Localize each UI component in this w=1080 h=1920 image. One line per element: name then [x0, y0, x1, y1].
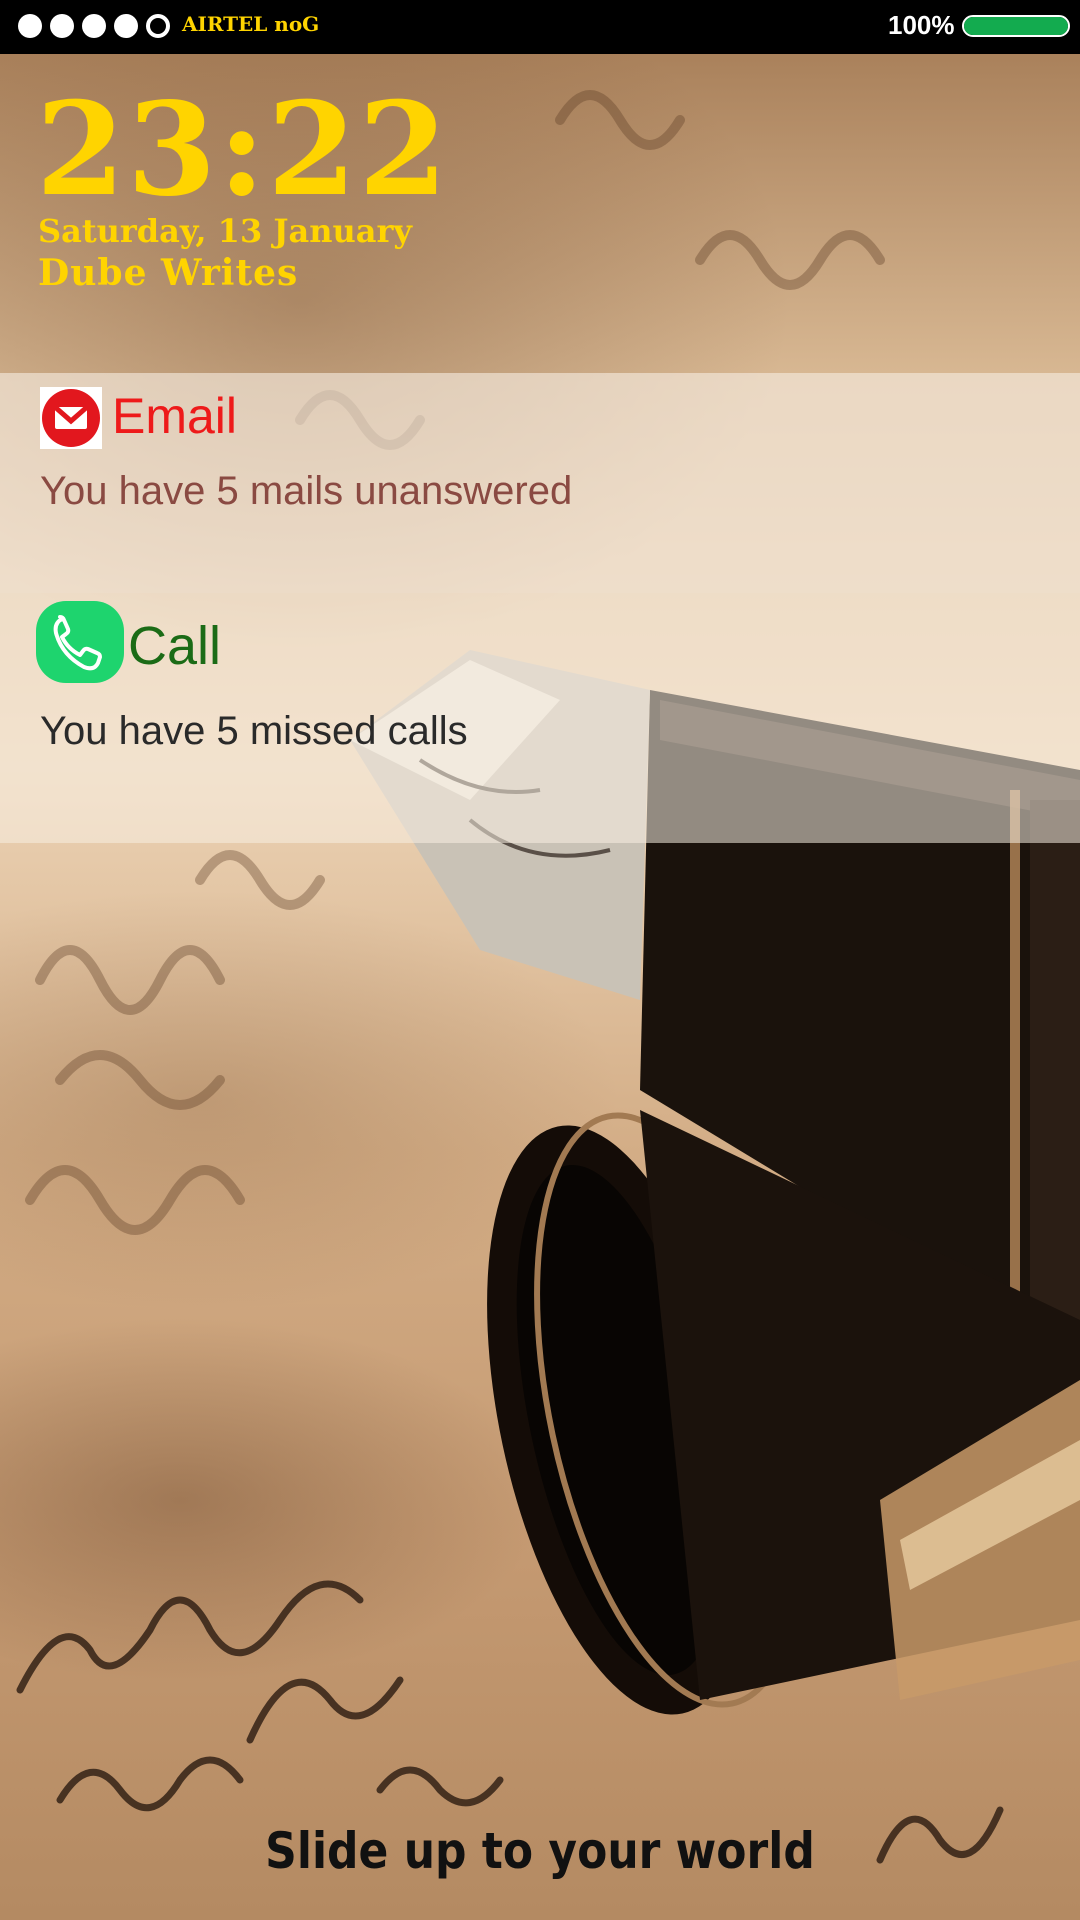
notification-title: Call: [128, 616, 222, 676]
battery-percent: 100%: [888, 10, 955, 40]
phone-icon: [36, 601, 124, 683]
notification-email[interactable]: Email You have 5 mails unanswered: [0, 373, 1080, 593]
signal-dot: [146, 14, 170, 38]
notification-call[interactable]: Call You have 5 missed calls: [0, 593, 1080, 843]
signal-dot: [114, 14, 138, 38]
signal-dot: [50, 14, 74, 38]
owner-info: Dube Writes: [38, 252, 299, 294]
carrier-name: AIRTEL noG: [182, 12, 320, 36]
lockscreen-date: Saturday, 13 January: [38, 212, 412, 250]
signal-strength-icon: [18, 14, 170, 40]
signal-dot: [82, 14, 106, 38]
notification-message: You have 5 missed calls: [40, 709, 468, 753]
signal-dot: [18, 14, 42, 38]
status-bar: AIRTEL noG 100%: [0, 0, 1080, 54]
notification-message: You have 5 mails unanswered: [40, 469, 573, 513]
lockscreen-clock: 23:22: [36, 75, 450, 225]
battery-icon: [962, 15, 1070, 37]
battery-level-fill: [964, 17, 1068, 35]
notification-title: Email: [112, 388, 238, 444]
gmail-icon: [40, 387, 102, 449]
slide-to-unlock-hint[interactable]: Slide up to your world: [65, 1822, 1015, 1880]
